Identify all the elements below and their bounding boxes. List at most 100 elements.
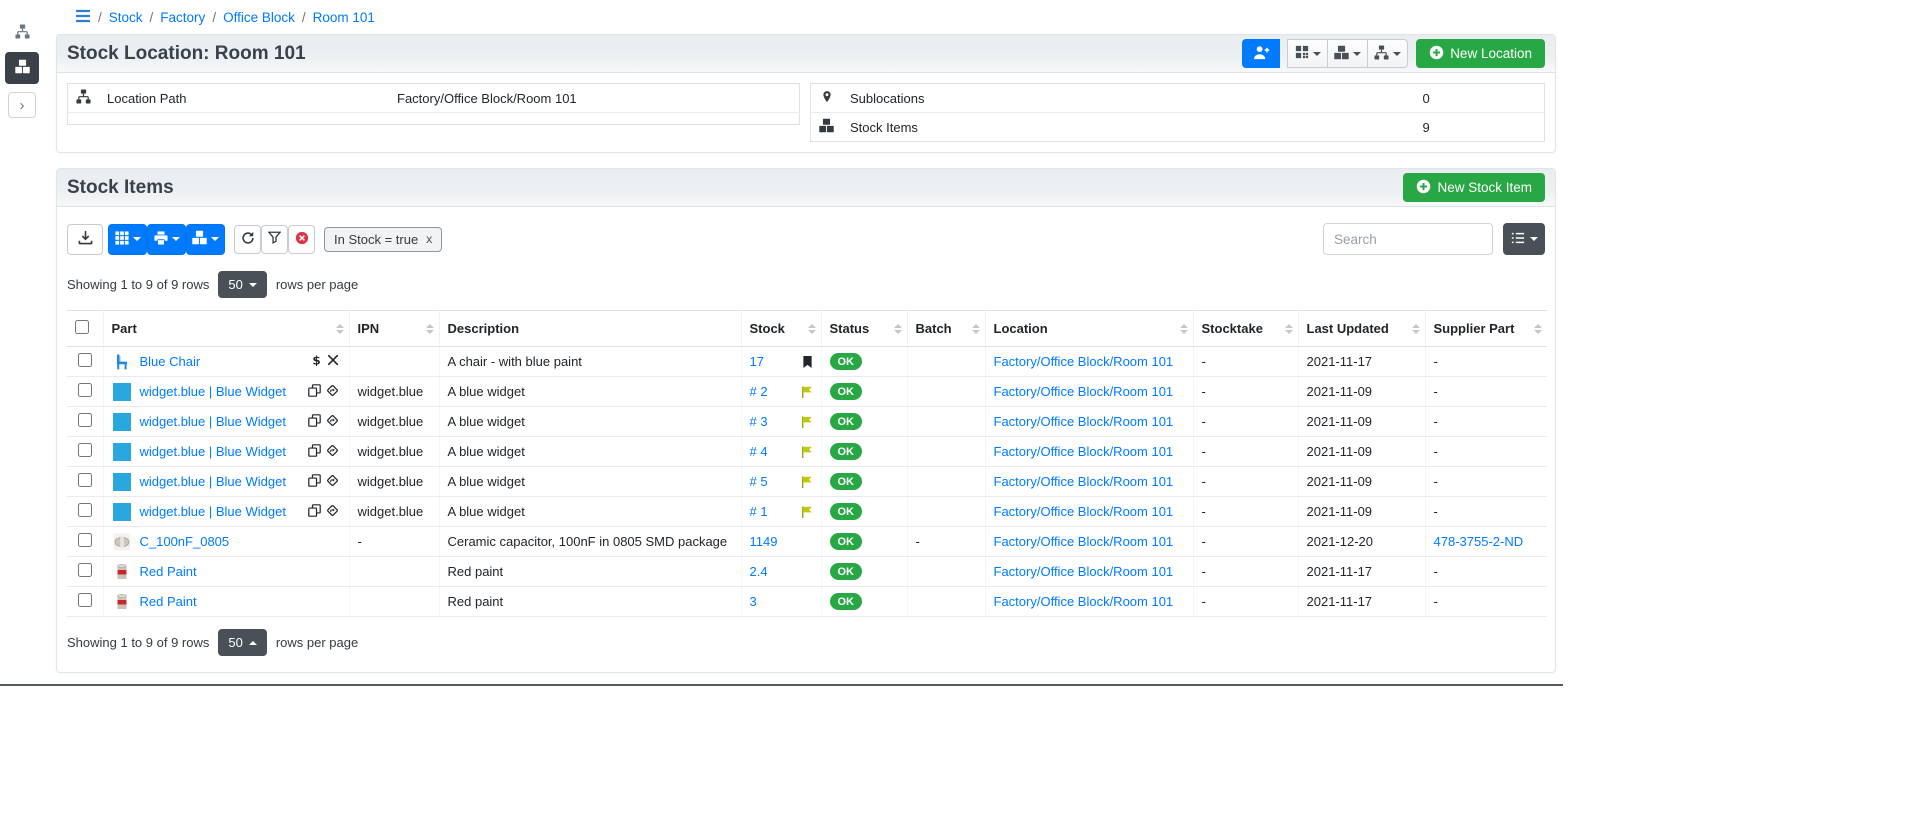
search-input[interactable] <box>1323 223 1493 255</box>
location-link[interactable]: Factory/Office Block/Room 101 <box>994 594 1174 609</box>
column-header-batch[interactable]: Batch <box>907 311 985 347</box>
stock-items-value: 9 <box>1415 113 1545 142</box>
part-link[interactable]: widget.blue | Blue Widget <box>140 384 286 399</box>
location-link[interactable]: Factory/Office Block/Room 101 <box>994 354 1174 369</box>
breadcrumb-link-factory[interactable]: Factory <box>160 10 205 25</box>
location-link[interactable]: Factory/Office Block/Room 101 <box>994 504 1174 519</box>
row-checkbox[interactable] <box>78 473 92 487</box>
stock-link[interactable]: # 4 <box>750 444 768 459</box>
breadcrumb-link-room-101[interactable]: Room 101 <box>313 10 375 25</box>
download-icon <box>78 230 93 248</box>
column-select-button[interactable] <box>1503 223 1545 255</box>
last-updated-cell: 2021-11-17 <box>1298 557 1425 587</box>
menu-icon[interactable] <box>75 9 91 26</box>
column-label: Status <box>830 321 870 336</box>
stock-actions-button[interactable] <box>1327 39 1368 68</box>
row-checkbox[interactable] <box>78 563 92 577</box>
part-link[interactable]: widget.blue | Blue Widget <box>140 474 286 489</box>
sidebar-expand-button[interactable]: › <box>8 92 36 118</box>
supplier-part-cell: - <box>1425 467 1547 497</box>
reload-button[interactable] <box>234 225 261 254</box>
print-actions-button[interactable] <box>147 224 186 255</box>
row-checkbox[interactable] <box>78 593 92 607</box>
page-size-button[interactable]: 50 <box>218 271 266 298</box>
stock-link[interactable]: 1149 <box>750 534 778 549</box>
status-badge: OK <box>830 593 863 610</box>
column-header-description[interactable]: Description <box>439 311 741 347</box>
sidebar-item-sublocations[interactable] <box>6 18 38 48</box>
export-button[interactable] <box>67 224 103 255</box>
stock-link[interactable]: 17 <box>750 354 764 369</box>
location-link[interactable]: Factory/Office Block/Room 101 <box>994 414 1174 429</box>
column-header-stock[interactable]: Stock <box>741 311 821 347</box>
stock-link[interactable]: # 3 <box>750 414 768 429</box>
column-header-stocktake[interactable]: Stocktake <box>1193 311 1298 347</box>
clear-filters-button[interactable] <box>288 225 315 254</box>
column-label: Last Updated <box>1307 321 1389 336</box>
part-flags <box>308 444 341 460</box>
row-checkbox[interactable] <box>78 503 92 517</box>
part-link[interactable]: Red Paint <box>140 594 197 609</box>
row-checkbox[interactable] <box>78 443 92 457</box>
location-link[interactable]: Factory/Office Block/Room 101 <box>994 444 1174 459</box>
batch-cell <box>907 557 985 587</box>
filter-chip-close-icon[interactable]: x <box>426 232 432 246</box>
stock-link[interactable]: 2.4 <box>750 564 768 579</box>
batch-cell <box>907 467 985 497</box>
barcode-actions-button[interactable] <box>1287 39 1328 68</box>
page-size-button[interactable]: 50 <box>218 629 266 656</box>
ipn-cell: widget.blue <box>349 497 439 527</box>
new-stock-item-button[interactable]: New Stock Item <box>1403 173 1545 202</box>
filter-chip-label: In Stock = true <box>334 232 418 247</box>
filter-icon <box>268 231 281 247</box>
part-link[interactable]: C_100nF_0805 <box>140 534 230 549</box>
stock-link[interactable]: 3 <box>750 594 757 609</box>
part-link[interactable]: Red Paint <box>140 564 197 579</box>
location-link[interactable]: Factory/Office Block/Room 101 <box>994 564 1174 579</box>
location-link[interactable]: Factory/Office Block/Room 101 <box>994 384 1174 399</box>
location-actions-button[interactable] <box>1367 39 1408 68</box>
stock-link[interactable]: # 5 <box>750 474 768 489</box>
batch-cell <box>907 437 985 467</box>
stock-items-row: Stock Items 9 <box>811 113 1545 142</box>
location-link[interactable]: Factory/Office Block/Room 101 <box>994 534 1174 549</box>
select-all-checkbox[interactable] <box>75 320 89 334</box>
barcode-actions-button[interactable] <box>108 224 147 255</box>
breadcrumb-link-office-block[interactable]: Office Block <box>223 10 295 25</box>
column-header-supplier-part[interactable]: Supplier Part <box>1425 311 1547 347</box>
breadcrumb-link-stock[interactable]: Stock <box>109 10 143 25</box>
part-link[interactable]: widget.blue | Blue Widget <box>140 504 286 519</box>
row-checkbox[interactable] <box>78 353 92 367</box>
copy-icon <box>308 414 321 430</box>
new-location-button[interactable]: New Location <box>1416 39 1545 68</box>
location-link[interactable]: Factory/Office Block/Room 101 <box>994 474 1174 489</box>
supplier-part-link[interactable]: 478-3755-2-ND <box>1434 534 1524 549</box>
sidebar-item-stock[interactable] <box>5 52 39 84</box>
column-header-ipn[interactable]: IPN <box>349 311 439 347</box>
stock-items-title: Stock Items <box>67 177 174 199</box>
column-header-last-updated[interactable]: Last Updated <box>1298 311 1425 347</box>
table-row: Red Paint Red paint 2.4 OK Factory/Offic… <box>67 557 1547 587</box>
chevron-down-icon <box>211 237 219 241</box>
user-access-button[interactable] <box>1242 39 1280 68</box>
column-header-status[interactable]: Status <box>821 311 907 347</box>
add-filter-button[interactable] <box>261 225 288 254</box>
part-link[interactable]: widget.blue | Blue Widget <box>140 444 286 459</box>
row-checkbox[interactable] <box>78 383 92 397</box>
status-badge: OK <box>830 473 863 490</box>
column-header-part[interactable]: Part <box>103 311 349 347</box>
filter-chip[interactable]: In Stock = true x <box>324 227 442 252</box>
qr-icon <box>1295 45 1309 62</box>
description-cell: A blue widget <box>439 407 741 437</box>
description-cell: A chair - with blue paint <box>439 347 741 377</box>
stock-options-button[interactable] <box>186 224 225 255</box>
part-link[interactable]: widget.blue | Blue Widget <box>140 414 286 429</box>
row-checkbox[interactable] <box>78 413 92 427</box>
stock-link[interactable]: # 2 <box>750 384 768 399</box>
stock-link[interactable]: # 1 <box>750 504 768 519</box>
column-header-location[interactable]: Location <box>985 311 1193 347</box>
row-checkbox[interactable] <box>78 533 92 547</box>
supplier-part-cell: - <box>1425 377 1547 407</box>
part-link[interactable]: Blue Chair <box>140 354 201 369</box>
blue-widget-thumbnail <box>112 502 132 522</box>
